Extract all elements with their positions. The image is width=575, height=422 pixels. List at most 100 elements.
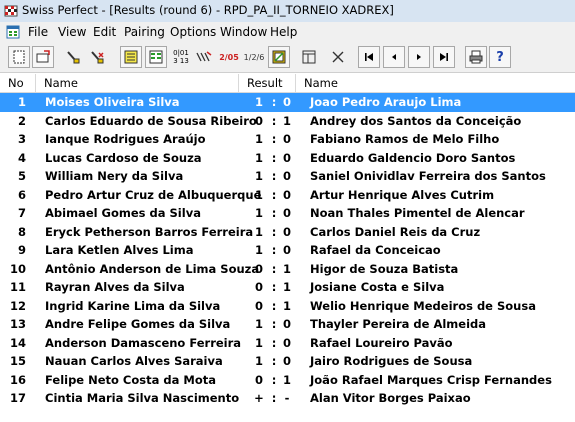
result-separator: : [271, 132, 277, 146]
black-result: 0 [282, 95, 291, 109]
table-row[interactable]: 16 Felipe Neto Costa da Mota 0:1 João Rafae… [0, 371, 575, 390]
result-separator: : [271, 113, 277, 128]
new-file-icon[interactable] [8, 46, 30, 68]
first-icon[interactable] [358, 46, 380, 68]
pairing-numbers-icon[interactable]: 0|01 3 13 [170, 46, 192, 68]
black-result: 0 [282, 187, 291, 202]
result-separator: : [271, 372, 277, 387]
delete-player-icon[interactable] [86, 46, 108, 68]
black-result: 0 [282, 224, 291, 239]
chess-app-icon [4, 5, 18, 17]
white-player-name: Cintia Maria Silva Nascimento [45, 391, 240, 405]
menu-window[interactable]: Window [220, 25, 267, 39]
white-result: 1 [254, 335, 263, 350]
white-player-name: William Nery da Silva [45, 169, 184, 183]
scores-icon[interactable]: 2/05 [218, 46, 240, 68]
black-player-name: Eduardo Galdencio Doro Santos [310, 150, 516, 165]
black-player-name: Welio Henrique Medeiros de Sousa [310, 298, 536, 313]
table-row[interactable]: 17 Cintia Maria Silva Nascimento +: - Alan V… [0, 389, 575, 408]
table-row[interactable]: 14 Anderson Damasceno Ferreira 1:0 Rafael L… [0, 334, 575, 353]
menu-help[interactable]: Help [270, 25, 297, 39]
menu-view[interactable]: View [58, 25, 86, 39]
column-header-result[interactable]: Result [239, 74, 296, 92]
edit-player-icon[interactable] [62, 46, 84, 68]
menu-options[interactable]: Options [170, 25, 216, 39]
table-row[interactable]: 7 Abimael Gomes da Silva 1:0 Noan Thales Pi… [0, 204, 575, 223]
black-result: 0 [282, 243, 291, 257]
table-row[interactable]: 4 Lucas Cardoso de Souza 1:0 Eduardo Galden… [0, 149, 575, 168]
white-result: 1 [254, 132, 263, 146]
black-player-name: Joao Pedro Araujo Lima [310, 95, 462, 109]
result-separator: : [271, 150, 277, 165]
black-player-name: Alan Vitor Borges Paixao [310, 391, 471, 405]
table-row[interactable]: 6 Pedro Artur Cruz de Albuquerque 1:0 Artur… [0, 186, 575, 205]
table-row-selected[interactable]: 1 Moises Oliveira Silva 1:0 Joao Pedro Arau… [0, 93, 575, 112]
result-separator: : [271, 243, 277, 257]
column-header-no[interactable]: No [0, 74, 36, 92]
column-header-white-name[interactable]: Name [36, 74, 239, 92]
next-icon[interactable] [408, 46, 430, 68]
table-row[interactable]: 13 Andre Felipe Gomes da Silva 1:0 Thayler … [0, 315, 575, 334]
board-number: 17 [9, 391, 26, 405]
help-icon[interactable]: ? [489, 46, 511, 68]
last-icon[interactable] [433, 46, 455, 68]
black-result: 0 [282, 354, 291, 368]
black-player-name: Noan Thales Pimentel de Alencar [310, 206, 525, 220]
white-result: 1 [254, 187, 263, 202]
result-separator: : [271, 354, 277, 368]
previous-icon[interactable] [383, 46, 405, 68]
open-file-icon[interactable] [32, 46, 54, 68]
black-player-name: Rafael Loureiro Pavão [310, 335, 453, 350]
print-icon[interactable] [465, 46, 487, 68]
white-player-name: Ingrid Karine Lima da Silva [45, 298, 221, 313]
board-number: 14 [9, 335, 26, 350]
crosstable-icon[interactable] [268, 46, 290, 68]
rankings-icon[interactable]: 1/2/6 [243, 46, 265, 68]
result-separator: : [271, 206, 277, 220]
white-result: 0 [254, 372, 263, 387]
sheet-icon[interactable] [145, 46, 167, 68]
board-number: 1 [17, 95, 26, 109]
board-number: 7 [17, 206, 26, 220]
white-player-name: Andre Felipe Gomes da Silva [45, 317, 231, 331]
table-row[interactable]: 15 Nauan Carlos Alves Saraiva 1:0 Jairo Rod… [0, 352, 575, 371]
toolbar: 0|01 3 13 2/05 1/2/6 ? [0, 42, 575, 73]
white-result: + [254, 391, 264, 405]
black-result: 1 [282, 113, 291, 128]
white-player-name: Rayran Alves da Silva [45, 280, 185, 294]
black-result: 0 [282, 169, 291, 183]
white-result: 1 [254, 169, 263, 183]
result-separator: : [271, 169, 277, 183]
white-player-name: Eryck Petherson Barros Ferreira [45, 224, 254, 239]
black-result: 1 [282, 298, 291, 313]
board-number: 6 [17, 187, 26, 202]
ratings-icon[interactable] [193, 46, 215, 68]
white-player-name: Nauan Carlos Alves Saraiva [45, 354, 223, 368]
document-window-icon[interactable] [6, 25, 20, 39]
board-number: 10 [9, 261, 26, 276]
white-player-name: Ianque Rodrigues Araújo [45, 132, 206, 146]
table-row[interactable]: 2 Carlos Eduardo de Sousa Ribeiro 0:1 Andre… [0, 112, 575, 131]
column-header-black-name[interactable]: Name [296, 74, 575, 92]
table-row[interactable]: 8 Eryck Petherson Barros Ferreira 1:0 Carlo… [0, 223, 575, 242]
columns-icon[interactable] [298, 46, 320, 68]
table-row[interactable]: 5 William Nery da Silva 1:0 Saniel Onividla… [0, 167, 575, 186]
table-row[interactable]: 10 Antônio Anderson de Lima Souza 0:1 Higor… [0, 260, 575, 279]
close-x-icon[interactable] [327, 46, 349, 68]
black-player-name: Andrey dos Santos da Conceição [310, 113, 522, 128]
table-row[interactable]: 12 Ingrid Karine Lima da Silva 0:1 Welio He… [0, 297, 575, 316]
black-player-name: Thayler Pereira de Almeida [310, 317, 487, 331]
menu-file[interactable]: File [28, 25, 48, 39]
table-row[interactable]: 3 Ianque Rodrigues Araújo 1:0 Fabiano Ramos… [0, 130, 575, 149]
menu-pairing[interactable]: Pairing [124, 25, 165, 39]
table-row[interactable]: 11 Rayran Alves da Silva 0:1 Josiane Costa … [0, 278, 575, 297]
notes-icon[interactable] [120, 46, 142, 68]
black-result: 1 [282, 372, 291, 387]
table-row[interactable]: 9 Lara Ketlen Alves Lima 1:0 Rafael da Conc… [0, 241, 575, 260]
result-separator: : [271, 224, 277, 239]
black-result: 0 [282, 317, 291, 331]
board-number: 4 [17, 150, 26, 165]
menu-edit[interactable]: Edit [93, 25, 116, 39]
board-number: 12 [9, 298, 26, 313]
board-number: 13 [9, 317, 26, 331]
